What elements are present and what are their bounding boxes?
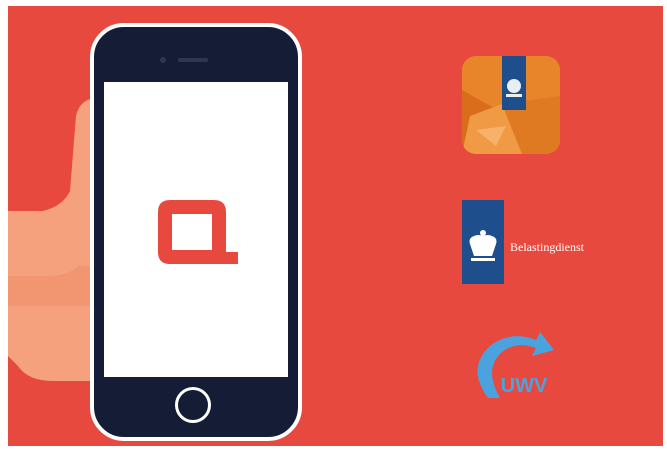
belastingdienst-logo: Belastingdienst <box>462 200 652 284</box>
smartphone <box>90 23 302 441</box>
uwv-label: UWV <box>501 375 548 397</box>
uwv-logo: UWV <box>466 328 558 402</box>
speaker-slot <box>178 58 208 62</box>
square-q-logo-icon[interactable] <box>152 194 240 270</box>
belastingdienst-label: Belastingdienst <box>510 240 584 254</box>
mail-app-icon[interactable] <box>462 56 560 154</box>
belastingdienst-coat-of-arms-icon <box>462 200 504 284</box>
home-button[interactable] <box>175 387 211 423</box>
camera-dot <box>160 57 166 63</box>
phone-screen <box>104 82 288 377</box>
uwv-arc-arrow-logo: UWV <box>477 332 554 398</box>
illustration-scene: Belastingdienst UWV <box>8 6 663 446</box>
mail-envelope-coat-of-arms-icon <box>462 56 560 154</box>
